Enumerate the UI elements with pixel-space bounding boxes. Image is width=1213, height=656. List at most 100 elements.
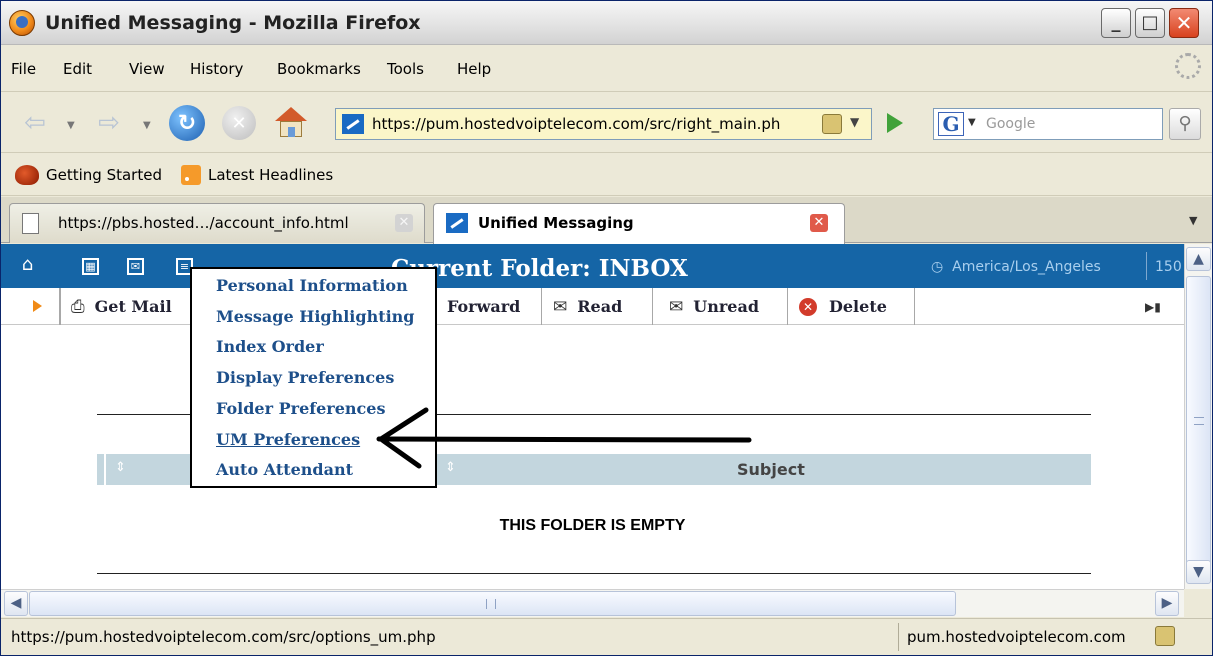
close-icon: ✕ [1175,11,1193,35]
search-engine-dropdown[interactable]: ▼ [968,117,976,128]
reload-icon: ↻ [177,110,197,136]
tab-account-info[interactable]: https://pbs.hosted…/account_info.html ✕ [9,203,425,243]
url-history-dropdown[interactable]: ▼ [850,115,859,129]
tab-list-dropdown[interactable]: ▼ [1189,214,1197,227]
menu-um-preferences[interactable]: UM Preferences [216,430,360,449]
vertical-scroll-thumb[interactable] [1186,276,1211,566]
reload-button[interactable]: ↻ [169,105,205,141]
close-tab-icon[interactable]: ✕ [395,214,413,232]
open-envelope-icon: ✉ [553,296,568,317]
back-history-dropdown[interactable]: ▼ [67,120,75,131]
mark-unread-button[interactable]: ✉ Unread [669,288,788,325]
timezone-text: America/Los_Angeles [952,259,1101,275]
menu-file[interactable]: File [11,60,36,78]
action-label: Unread [693,297,759,316]
delete-button[interactable]: ✕ Delete [799,288,915,325]
mark-read-button[interactable]: ✉ Read [553,288,653,325]
tab-label: Unified Messaging [478,214,634,232]
menu-message-highlighting[interactable]: Message Highlighting [216,307,415,326]
play-arrow-icon [33,300,42,312]
stop-button[interactable]: ✕ [222,106,256,140]
menu-display-preferences[interactable]: Display Preferences [216,368,394,387]
site-favicon-icon [446,213,468,233]
menu-edit[interactable]: Edit [63,60,92,78]
toolbar-more-icon[interactable]: ▶▮ [1145,300,1161,314]
vertical-scrollbar[interactable]: ▲ ▼ [1184,244,1212,589]
search-button[interactable]: ⚲ [1169,108,1201,140]
browser-window: Unified Messaging - Mozilla Firefox _ □ … [0,0,1213,656]
contacts-icon[interactable]: ▦ [82,258,99,275]
bookmark-latest-headlines[interactable]: Latest Headlines [181,165,333,185]
ssl-lock-icon[interactable] [1155,626,1175,646]
action-toolbar: ⎙ Get Mail Forward ✉ Read ✉ Unread ✕ Delete … [1,288,1184,325]
header-number: 150 [1155,259,1182,275]
forward-button[interactable]: ⇨ [93,107,125,139]
menu-view[interactable]: View [129,60,165,78]
menu-auto-attendant[interactable]: Auto Attendant [216,460,353,479]
status-url: https://pum.hostedvoiptelecom.com/src/op… [11,628,436,646]
bookmarks-toolbar: Getting Started Latest Headlines [1,154,1212,196]
menu-personal-information[interactable]: Personal Information [216,276,408,295]
address-bar[interactable]: https://pum.hostedvoiptelecom.com/src/ri… [335,108,872,140]
scroll-right-button[interactable]: ▶ [1155,591,1179,616]
menu-bookmarks[interactable]: Bookmarks [277,60,361,78]
bookmark-label: Latest Headlines [208,166,334,184]
maximize-button[interactable]: □ [1135,8,1165,38]
menu-history[interactable]: History [190,60,243,78]
divider-bottom [97,573,1091,574]
timezone-link[interactable]: ◷ America/Los_Angeles [931,259,1101,275]
action-label: Delete [829,297,887,316]
magnifier-icon: ⚲ [1178,113,1192,134]
forward-arrow-icon: ⇨ [98,108,120,138]
action-label: Read [577,297,623,316]
forward-history-dropdown[interactable]: ▼ [143,120,151,131]
mail-icon[interactable]: ✉ [127,258,144,275]
horizontal-scroll-thumb[interactable] [29,591,956,616]
close-tab-icon[interactable]: ✕ [810,214,828,232]
site-favicon-icon [342,114,364,134]
rss-feed-icon [181,165,201,185]
google-engine-icon[interactable]: G [938,112,964,136]
get-mail-button[interactable]: ⎙ Get Mail [71,288,201,325]
navigation-toolbar: ⇦ ▼ ⇨ ▼ ↻ ✕ https://pum.hostedvoipteleco… [1,93,1212,153]
annotation-arrow-icon [376,407,752,469]
action-label: Forward [447,297,521,316]
minimize-icon: _ [1111,12,1121,33]
stop-icon: ✕ [231,112,247,134]
maximize-icon: □ [1141,12,1159,33]
activity-throbber-icon [1175,53,1201,79]
tab-label: https://pbs.hosted…/account_info.html [58,214,349,232]
ssl-lock-icon[interactable] [822,114,842,134]
back-button[interactable]: ⇦ [19,107,51,139]
envelope-icon: ✉ [669,296,684,317]
delete-icon: ✕ [799,297,817,316]
title-bar: Unified Messaging - Mozilla Firefox _ □ … [1,1,1212,45]
bookmark-getting-started[interactable]: Getting Started [15,165,162,185]
scroll-up-button[interactable]: ▲ [1186,247,1211,271]
scroll-left-button[interactable]: ◀ [4,591,28,616]
tab-bar: https://pbs.hosted…/account_info.html ✕ … [1,197,1212,244]
horizontal-scrollbar[interactable]: ◀ ▶ [1,589,1184,617]
action-label: Get Mail [94,297,172,316]
scroll-down-button[interactable]: ▼ [1186,560,1211,584]
search-bar[interactable]: G ▼ Google [933,108,1163,140]
empty-folder-message: THIS FOLDER IS EMPTY [499,517,686,534]
home-icon[interactable]: ⌂ [19,256,36,275]
menu-tools[interactable]: Tools [387,60,424,78]
status-bar: https://pum.hostedvoiptelecom.com/src/op… [1,618,1212,655]
go-button[interactable] [887,113,903,133]
menu-help[interactable]: Help [457,60,491,78]
bookmark-label: Getting Started [46,166,162,184]
menu-bar: File Edit View History Bookmarks Tools H… [1,46,1212,92]
close-window-button[interactable]: ✕ [1169,8,1199,38]
sort-icon[interactable]: ⇕ [115,460,126,475]
app-header: ⌂ ▦ ✉ ≡ Current Folder: INBOX ◷ America/… [1,244,1184,288]
home-button[interactable] [273,105,309,141]
tab-unified-messaging[interactable]: Unified Messaging ✕ [433,203,845,244]
firefox-logo-icon [9,10,35,36]
minimize-button[interactable]: _ [1101,8,1131,38]
forward-mail-button[interactable]: Forward [447,288,542,325]
menu-index-order[interactable]: Index Order [216,337,324,356]
menu-folder-preferences[interactable]: Folder Preferences [216,399,385,418]
page-icon [22,213,39,234]
